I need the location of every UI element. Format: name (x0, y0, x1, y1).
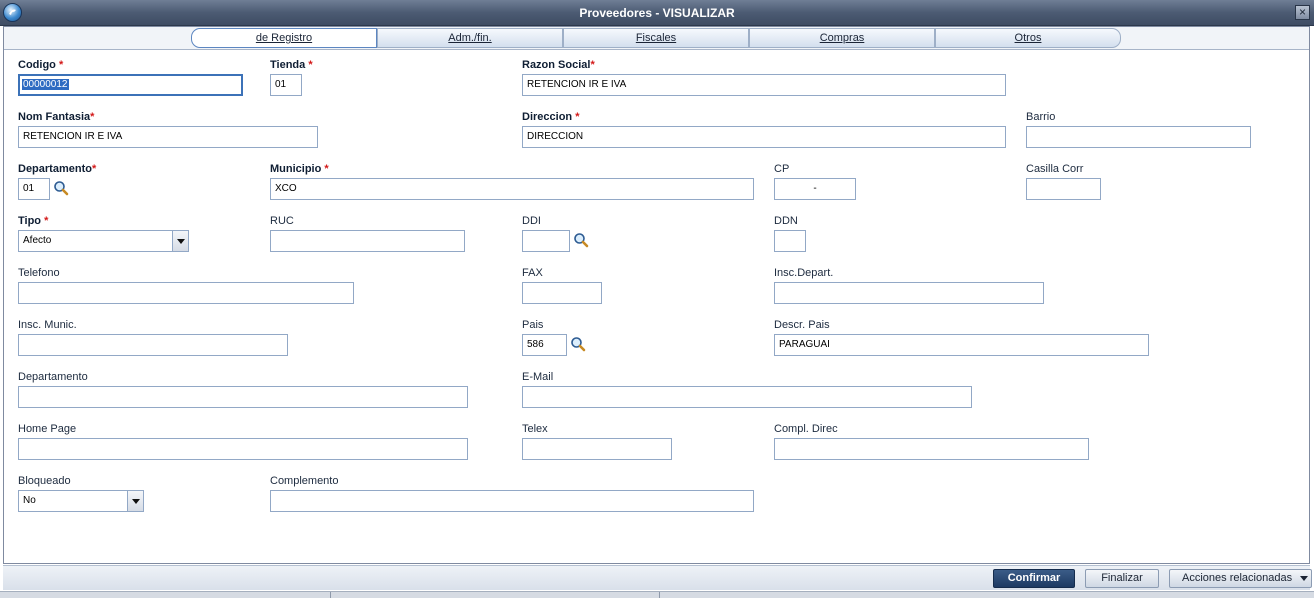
close-window-button[interactable]: × (1295, 5, 1310, 20)
fax-input[interactable] (522, 282, 602, 304)
required-marker: * (324, 163, 329, 175)
insc-munic-input[interactable] (18, 334, 288, 356)
municipio-input[interactable]: XCO (270, 178, 754, 200)
telex-input[interactable] (522, 438, 672, 460)
departamento-req-label: Departamento* (18, 163, 97, 175)
cp-input[interactable]: - (774, 178, 856, 200)
barrio-input[interactable] (1026, 126, 1251, 148)
tab-strip: de Registro Adm./fin. Fiscales Compras O… (4, 27, 1309, 50)
status-divider (659, 592, 660, 598)
required-marker: * (90, 111, 95, 123)
email-label: E-Mail (522, 371, 554, 383)
required-marker: * (44, 215, 49, 227)
required-marker: * (590, 59, 595, 71)
fax-label: FAX (522, 267, 543, 279)
tienda-input[interactable]: 01 (270, 74, 302, 96)
pais-label: Pais (522, 319, 544, 331)
tipo-selected-value: Afecto (23, 235, 52, 246)
chevron-down-icon[interactable] (127, 491, 143, 511)
cp-label: CP (774, 163, 790, 175)
related-actions-label: Acciones relacionadas (1182, 572, 1293, 584)
departamento-label: Departamento (18, 371, 88, 383)
required-marker: * (58, 59, 64, 71)
codigo-label: Codigo * (18, 59, 64, 71)
required-marker: * (91, 163, 97, 175)
bloqueado-label: Bloqueado (18, 475, 71, 487)
tab-fiscales[interactable]: Fiscales (563, 28, 749, 48)
tienda-label: Tienda * (270, 59, 313, 71)
complemento-input[interactable] (270, 490, 754, 512)
required-marker: * (575, 111, 580, 123)
nom-fantasia-input[interactable]: RETENCION IR E IVA (18, 126, 318, 148)
home-page-label: Home Page (18, 423, 77, 435)
home-page-input[interactable] (18, 438, 468, 460)
chevron-down-icon (1300, 576, 1308, 581)
tipo-label: Tipo * (18, 215, 49, 227)
status-divider (330, 592, 331, 598)
descr-pais-input[interactable]: PARAGUAI (774, 334, 1149, 356)
insc-munic-label: Insc. Munic. (18, 319, 77, 331)
bloqueado-selected-value: No (23, 495, 36, 506)
departamento-input[interactable] (18, 386, 468, 408)
razon-social-input[interactable]: RETENCION IR E IVA (522, 74, 1006, 96)
email-input[interactable] (522, 386, 972, 408)
insc-depart-input[interactable] (774, 282, 1044, 304)
related-actions-button[interactable]: Acciones relacionadas (1169, 569, 1312, 588)
telefono-label: Telefono (18, 267, 60, 279)
tab-otros[interactable]: Otros (935, 28, 1121, 48)
required-marker: * (308, 59, 313, 71)
telefono-input[interactable] (18, 282, 354, 304)
direccion-label: Direccion * (522, 111, 580, 123)
confirm-button[interactable]: Confirmar (993, 569, 1075, 588)
tab-adm-fin[interactable]: Adm./fin. (377, 28, 563, 48)
direccion-input[interactable]: DIRECCION (522, 126, 1006, 148)
complemento-label: Complemento (270, 475, 339, 487)
descr-pais-label: Descr. Pais (774, 319, 830, 331)
ddi-input[interactable] (522, 230, 570, 252)
departamento-req-input[interactable]: 01 (18, 178, 50, 200)
footer-toolbar: Confirmar Finalizar Acciones relacionada… (3, 565, 1312, 590)
nom-fantasia-label: Nom Fantasia* (18, 111, 95, 123)
bloqueado-select[interactable]: No (18, 490, 144, 512)
ruc-input[interactable] (270, 230, 465, 252)
tab-compras[interactable]: Compras (749, 28, 935, 48)
ddn-input[interactable] (774, 230, 806, 252)
barrio-label: Barrio (1026, 111, 1056, 123)
casilla-corr-label: Casilla Corr (1026, 163, 1084, 175)
casilla-corr-input[interactable] (1026, 178, 1101, 200)
search-icon[interactable] (570, 336, 586, 352)
ruc-label: RUC (270, 215, 294, 227)
razon-social-label: Razon Social* (522, 59, 595, 71)
title-bar: Proveedores - VISUALIZAR × (0, 0, 1314, 26)
window-title: Proveedores - VISUALIZAR (579, 6, 735, 20)
search-icon[interactable] (573, 232, 589, 248)
codigo-input[interactable]: 00000012 (18, 74, 243, 96)
municipio-label: Municipio * (270, 163, 329, 175)
finish-button[interactable]: Finalizar (1085, 569, 1159, 588)
compl-direc-input[interactable] (774, 438, 1089, 460)
chevron-down-icon[interactable] (172, 231, 188, 251)
tab-de-registro[interactable]: de Registro (191, 28, 377, 48)
insc-depart-label: Insc.Depart. (774, 267, 834, 279)
ddi-label: DDI (522, 215, 541, 227)
tipo-select[interactable]: Afecto (18, 230, 189, 252)
ddn-label: DDN (774, 215, 798, 227)
search-icon[interactable] (53, 180, 69, 196)
telex-label: Telex (522, 423, 548, 435)
pais-input[interactable]: 586 (522, 334, 567, 356)
compl-direc-label: Compl. Direc (774, 423, 838, 435)
